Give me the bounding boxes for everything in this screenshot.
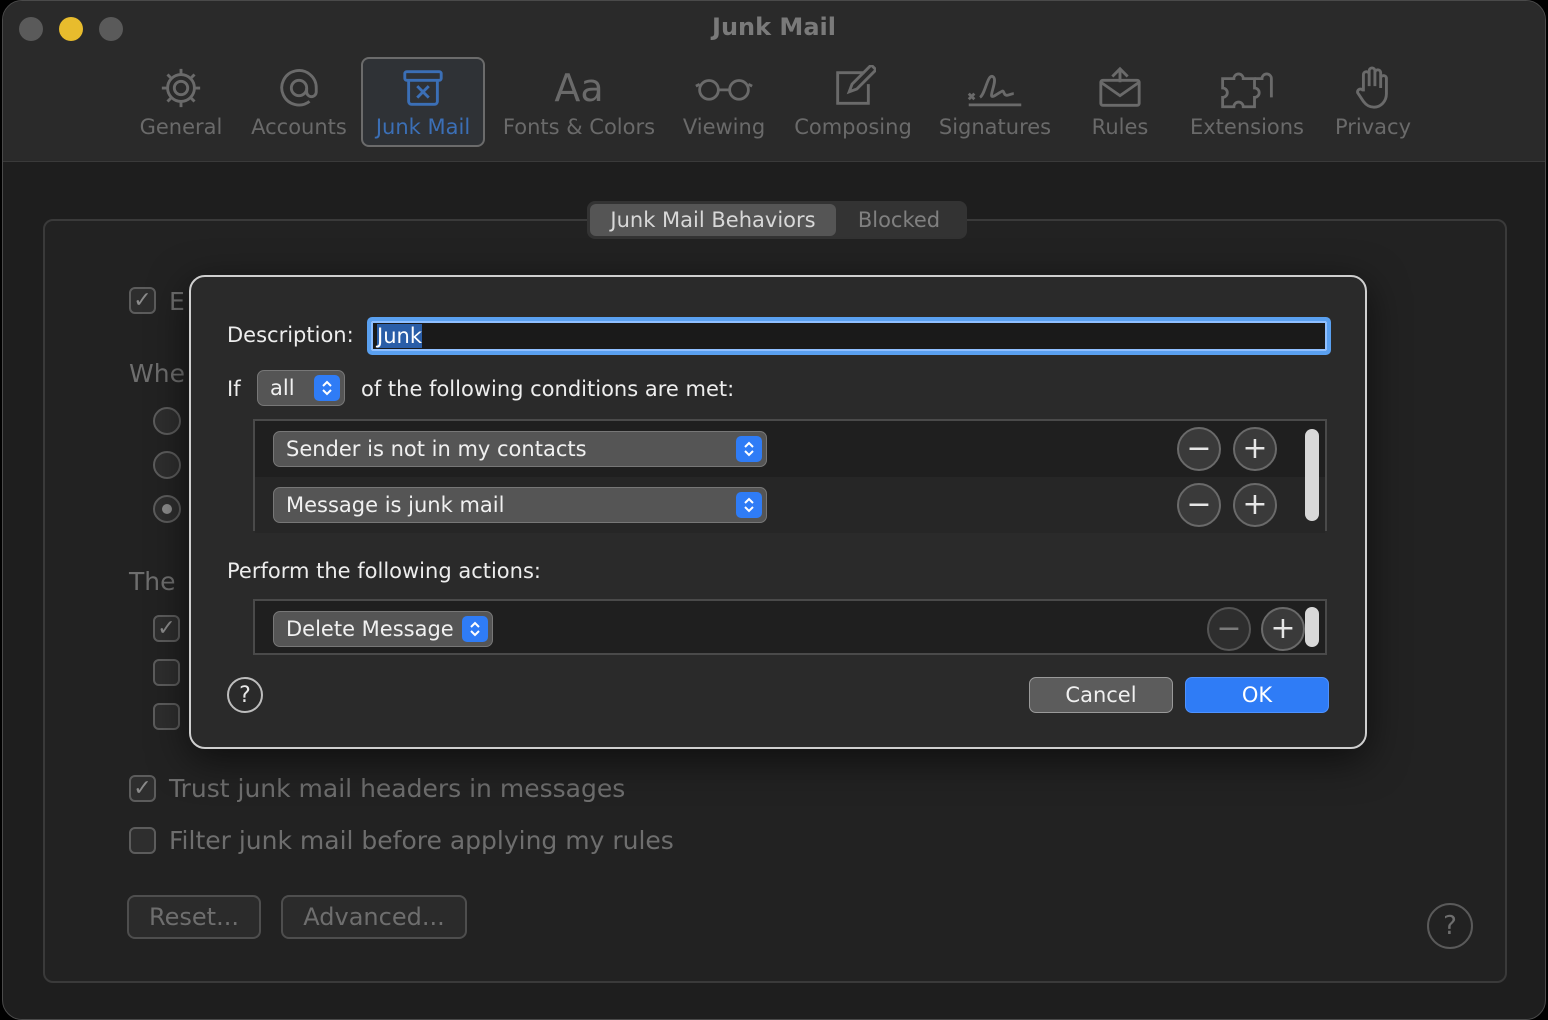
action-value: Delete Message xyxy=(286,617,454,641)
window-title: Junk Mail xyxy=(712,13,836,41)
filter-before-rules-checkbox[interactable] xyxy=(129,827,156,854)
envelope-rules-icon xyxy=(1099,66,1141,107)
enable-junk-filtering-checkbox[interactable]: ✓ xyxy=(129,287,156,314)
help-button[interactable]: ? xyxy=(1427,903,1473,949)
cancel-button[interactable]: Cancel xyxy=(1029,677,1173,713)
description-input[interactable]: Junk xyxy=(367,317,1331,355)
add-condition-button[interactable]: + xyxy=(1233,483,1277,527)
tab-fonts-colors[interactable]: Aa Fonts & Colors xyxy=(497,59,661,145)
signature-icon xyxy=(967,74,1022,107)
glasses-icon xyxy=(695,79,753,101)
actions-list: Delete Message − + xyxy=(253,599,1327,655)
advanced-button[interactable]: Advanced... xyxy=(281,895,467,939)
exempt-checkbox-2[interactable] xyxy=(153,659,180,686)
if-label: If xyxy=(227,377,241,401)
radio-option-1[interactable] xyxy=(153,407,181,435)
remove-condition-button[interactable]: − xyxy=(1177,427,1221,471)
action-row: Delete Message − + xyxy=(255,601,1325,653)
reset-button[interactable]: Reset... xyxy=(127,895,261,939)
ok-button[interactable]: OK xyxy=(1185,677,1329,713)
condition-value: Message is junk mail xyxy=(286,493,505,517)
radio-option-3[interactable] xyxy=(153,495,181,523)
exempt-checkbox-1[interactable]: ✓ xyxy=(153,615,180,642)
when-junk-arrives-label: Whe xyxy=(129,359,185,388)
condition-row: Message is junk mail − + xyxy=(255,477,1325,533)
condition-popup[interactable]: Message is junk mail xyxy=(273,487,767,523)
tab-signatures[interactable]: Signatures xyxy=(933,59,1057,145)
popup-arrows-icon xyxy=(462,616,488,642)
add-condition-button[interactable]: + xyxy=(1233,427,1277,471)
trust-headers-checkbox[interactable]: ✓ xyxy=(129,775,156,802)
popup-arrows-icon xyxy=(736,492,762,518)
toolbar: Junk Mail General Accounts Junk Mail Aa … xyxy=(3,1,1545,162)
conditions-scrollbar[interactable] xyxy=(1305,429,1319,521)
junk-bin-icon xyxy=(403,70,443,106)
at-icon xyxy=(280,69,318,107)
description-value: Junk xyxy=(377,324,422,348)
match-mode-value: all xyxy=(270,376,295,400)
tab-viewing[interactable]: Viewing xyxy=(677,59,771,145)
preferences-window: Junk Mail General Accounts Junk Mail Aa … xyxy=(2,0,1546,1020)
add-action-button[interactable]: + xyxy=(1261,607,1305,651)
popup-arrows-icon xyxy=(736,436,762,462)
puzzle-icon xyxy=(1221,72,1273,109)
match-mode-popup[interactable]: all xyxy=(257,370,345,406)
tab-junk-mail[interactable]: Junk Mail xyxy=(361,57,485,147)
exempt-section-label: The xyxy=(129,567,176,596)
description-label: Description: xyxy=(227,323,354,347)
trust-headers-label: Trust junk mail headers in messages xyxy=(169,774,626,803)
gear-icon xyxy=(161,68,201,108)
exempt-checkbox-3[interactable] xyxy=(153,703,180,730)
remove-action-button[interactable]: − xyxy=(1207,607,1251,651)
hand-icon xyxy=(1356,66,1388,109)
conditions-list: Sender is not in my contacts − + Message… xyxy=(253,419,1327,533)
actions-label: Perform the following actions: xyxy=(227,559,541,583)
filter-before-rules-label: Filter junk mail before applying my rule… xyxy=(169,826,674,855)
action-popup[interactable]: Delete Message xyxy=(273,611,493,647)
radio-option-2[interactable] xyxy=(153,451,181,479)
tab-privacy[interactable]: Privacy xyxy=(1329,59,1417,145)
tab-rules[interactable]: Rules xyxy=(1079,59,1161,145)
condition-value: Sender is not in my contacts xyxy=(286,437,587,461)
segment-blocked[interactable]: Blocked xyxy=(836,204,962,236)
condition-popup[interactable]: Sender is not in my contacts xyxy=(273,431,767,467)
popup-arrows-icon xyxy=(314,375,340,401)
tab-extensions[interactable]: Extensions xyxy=(1183,59,1311,145)
conditions-label: of the following conditions are met: xyxy=(361,377,735,401)
tab-composing[interactable]: Composing xyxy=(789,59,917,145)
tab-general[interactable]: General xyxy=(133,59,229,145)
actions-scrollbar[interactable] xyxy=(1305,607,1319,647)
segmented-control: Junk Mail Behaviors Blocked xyxy=(587,201,967,239)
condition-row: Sender is not in my contacts − + xyxy=(255,421,1325,477)
tab-accounts[interactable]: Accounts xyxy=(247,59,351,145)
remove-condition-button[interactable]: − xyxy=(1177,483,1221,527)
dialog-help-button[interactable]: ? xyxy=(227,677,263,713)
rule-dialog: Description: Junk If all of the followin… xyxy=(189,275,1367,749)
compose-icon xyxy=(836,65,876,105)
enable-junk-filtering-label: E xyxy=(169,287,185,316)
font-icon: Aa xyxy=(554,66,604,110)
segment-junk-mail-behaviors[interactable]: Junk Mail Behaviors xyxy=(590,204,836,236)
